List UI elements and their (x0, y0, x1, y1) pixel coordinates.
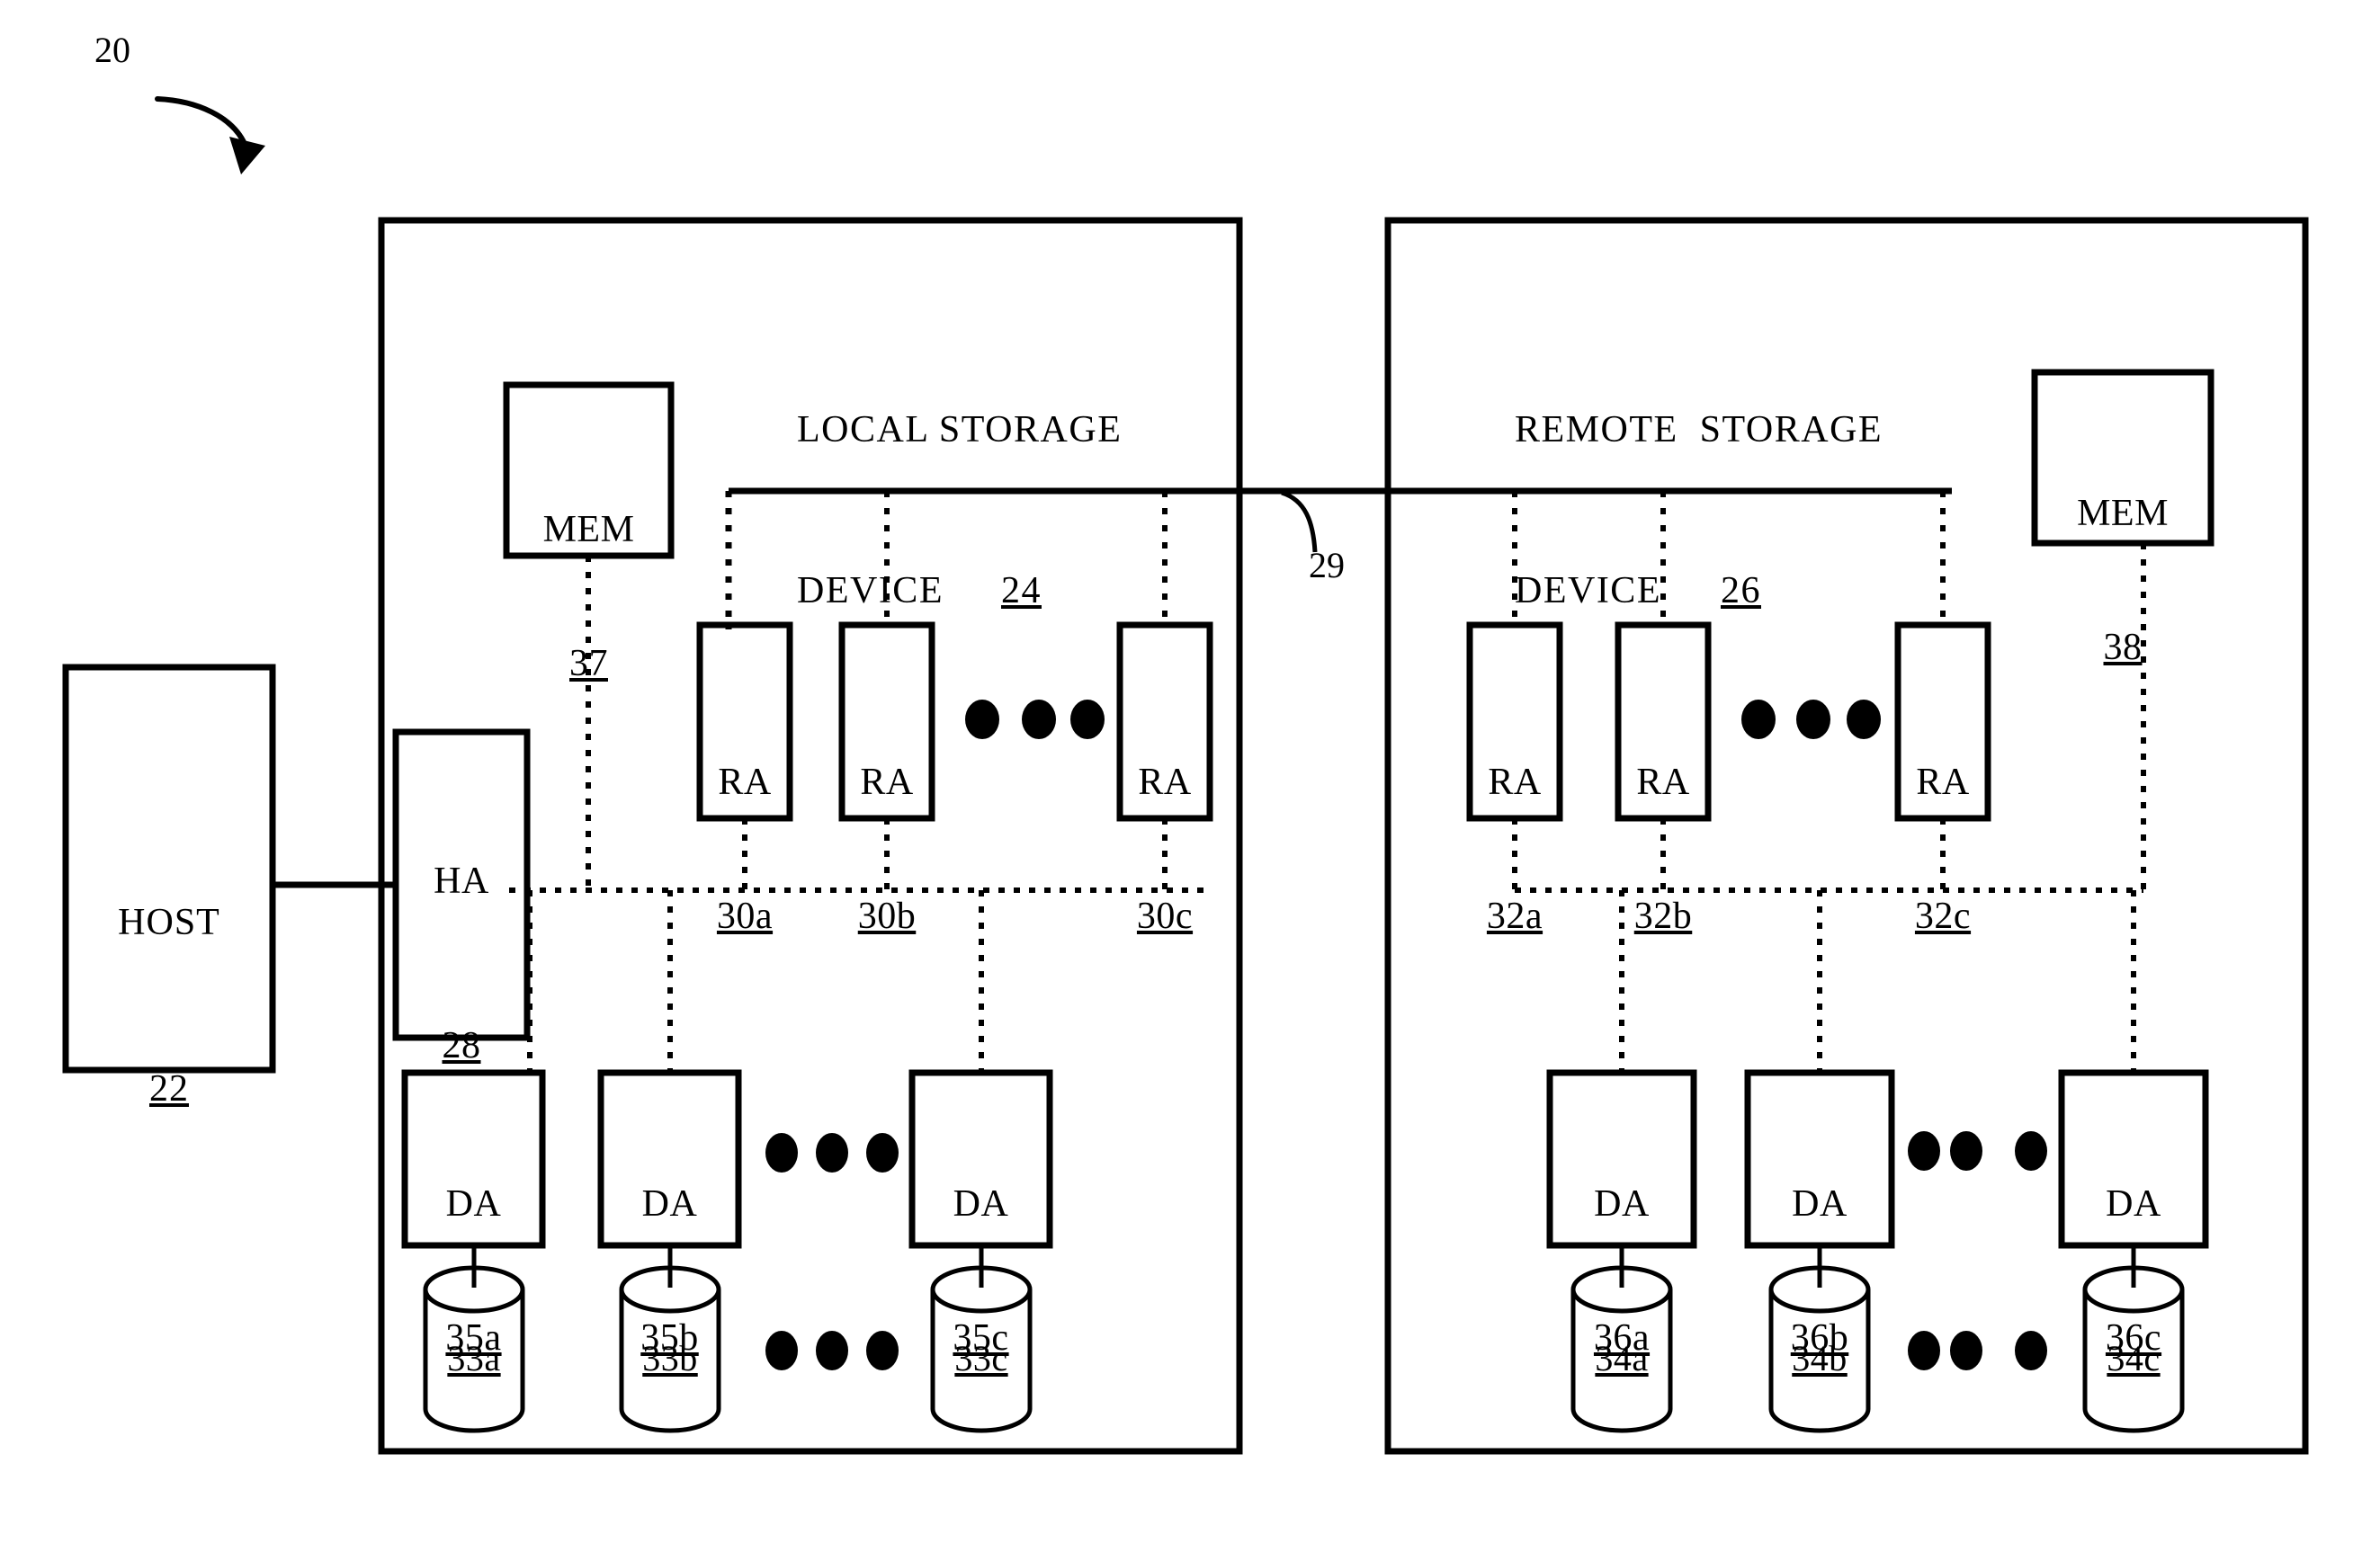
patent-figure-canvas: 20 29 LOCAL STORAGE DEVICE 24 REMOTE STO… (0, 0, 2380, 1543)
ha-ref: 28 (442, 1024, 481, 1066)
da-36a-name: DA (1594, 1183, 1650, 1226)
da-35b-name: DA (641, 1183, 698, 1226)
ra-30b-label: RA 30b (842, 672, 932, 1028)
figure-ref-number: 20 (94, 30, 130, 70)
mem-37-name: MEM (542, 509, 635, 551)
local-device-title-line2: DEVICE (797, 570, 944, 612)
interdevice-link-ref: 29 (1309, 545, 1345, 585)
da-35b-label: DA 35b (601, 1093, 738, 1449)
figure-leader-arrow (155, 96, 265, 174)
da-35-ellipsis (765, 1133, 899, 1173)
da-35a-name: DA (445, 1183, 502, 1226)
da-36b-label: DA 36b (1748, 1093, 1892, 1449)
ra-32b-ref: 32b (1633, 895, 1693, 937)
ra-32a-name: RA (1488, 762, 1542, 804)
ra-32b-name: RA (1636, 762, 1690, 804)
remote-device-title-line2: DEVICE (1515, 570, 1661, 612)
mem-38-name: MEM (2077, 493, 2169, 535)
remote-device-title-line1: REMOTE STORAGE (1515, 409, 1883, 451)
host-label: HOST 22 (66, 812, 273, 1200)
disk-34c-ref: 34c (2107, 1338, 2161, 1378)
da-36b-name: DA (1792, 1183, 1848, 1226)
da-35c-label: DA 35c (912, 1093, 1050, 1449)
local-device-title: LOCAL STORAGE DEVICE 24 (797, 297, 1175, 726)
host-name: HOST (118, 902, 220, 944)
host-ref: 22 (149, 1067, 189, 1110)
ra-30b-name: RA (860, 762, 914, 804)
ra-32c-name: RA (1916, 762, 1970, 804)
ra-30c-label: RA 30c (1120, 672, 1210, 1028)
mem-38-label: MEM 38 (2035, 403, 2211, 759)
ra-30c-name: RA (1138, 762, 1192, 804)
disk-33a-ref: 33a (447, 1338, 501, 1378)
disk-34b-ref: 34b (1792, 1338, 1848, 1378)
remote-device-title: REMOTE STORAGE DEVICE 26 (1515, 297, 1928, 726)
mem-37-ref: 37 (569, 642, 608, 684)
ra-30a-ref: 30a (716, 895, 774, 937)
disk-34a-ref: 34a (1595, 1338, 1649, 1378)
ha-name: HA (434, 861, 489, 903)
local-device-title-line1: LOCAL STORAGE (797, 409, 1123, 451)
mem-38-ref: 38 (2103, 626, 2143, 668)
disk-33-ellipsis (765, 1331, 899, 1370)
ra-32a-label: RA 32a (1470, 672, 1560, 1028)
ra-30b-ref: 30b (857, 895, 917, 937)
local-device-ref: 24 (1000, 570, 1042, 612)
da-36c-label: DA 36c (2062, 1093, 2206, 1449)
disk-34-ellipsis (1908, 1331, 2047, 1370)
mem-37-label: MEM 37 (506, 419, 671, 775)
da-36c-name: DA (2106, 1183, 2161, 1226)
ra-32c-label: RA 32c (1898, 672, 1988, 1028)
da-35a-label: DA 35a (405, 1093, 542, 1449)
ra-30a-name: RA (718, 762, 772, 804)
ra-30a-label: RA 30a (700, 672, 790, 1028)
da-35c-name: DA (953, 1183, 1009, 1226)
ra-32b-label: RA 32b (1618, 672, 1708, 1028)
local-ra-to-bus-drops (742, 818, 1168, 890)
disk-33b-ref: 33b (642, 1338, 698, 1378)
ra-30c-ref: 30c (1136, 895, 1194, 937)
disk-33c-ref: 33c (954, 1338, 1008, 1378)
remote-ra-to-bus-drops (1512, 818, 1946, 890)
da-36-ellipsis (1908, 1131, 2047, 1171)
ra-32c-ref: 32c (1914, 895, 1972, 937)
ra-32a-ref: 32a (1486, 895, 1543, 937)
remote-device-ref: 26 (1720, 570, 1761, 612)
da-36a-label: DA 36a (1550, 1093, 1694, 1449)
